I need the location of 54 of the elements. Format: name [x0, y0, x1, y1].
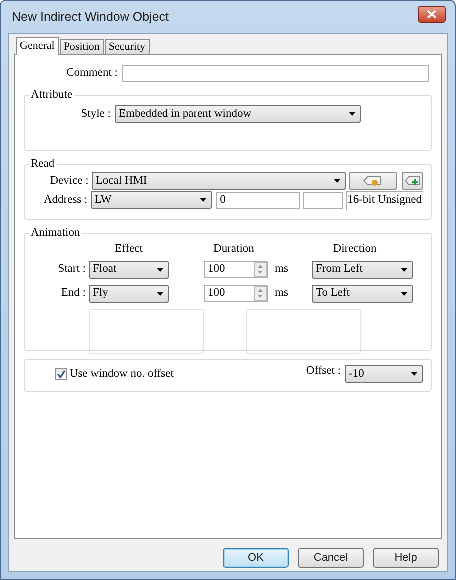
data-format-label: 16-bit Unsigned [346, 191, 423, 210]
duration-spinner[interactable]: 100 [204, 285, 268, 302]
address-type-dropdown[interactable]: LW [90, 191, 212, 210]
spin-arrows-icon [254, 286, 267, 301]
tab[interactable]: General [16, 37, 59, 55]
caret-icon [157, 268, 164, 272]
group-title: Animation [30, 227, 82, 240]
caret-icon [334, 179, 342, 184]
tab[interactable]: Security [104, 39, 150, 54]
column-header: Direction [332, 242, 378, 258]
unit-label: ms [274, 262, 290, 277]
caret-icon [200, 198, 208, 202]
settings-button[interactable] [349, 172, 398, 190]
effect-dropdown[interactable]: Float [89, 260, 169, 278]
address-field[interactable]: 0 [216, 192, 300, 209]
effect-dropdown[interactable]: Fly [89, 284, 169, 302]
device-label: Device : [49, 174, 89, 189]
column-header: Effect [114, 242, 144, 258]
tag-icon [363, 175, 384, 188]
tag-add-icon [404, 175, 421, 188]
group-title: Read [30, 158, 56, 170]
column-header: Duration [212, 242, 256, 258]
offset-label: Offset : [306, 364, 341, 379]
caret-icon [401, 292, 408, 296]
tab[interactable]: Position [60, 39, 104, 54]
row-label: End : [60, 286, 86, 301]
direction-dropdown[interactable]: From Left [312, 260, 413, 278]
comment-field[interactable] [122, 65, 429, 82]
window-title: New Indirect Window Object [12, 8, 170, 26]
direction-dropdown[interactable]: To Left [312, 284, 413, 302]
dialog-button[interactable]: Cancel [298, 548, 364, 568]
dialog-button[interactable]: OK [223, 548, 289, 568]
offset-checkbox[interactable]: Use window no. offset [55, 366, 174, 383]
group-title: Attribute [30, 89, 74, 102]
dialog-button[interactable]: Help [373, 548, 439, 568]
add-button[interactable] [402, 172, 423, 190]
duration-spinner[interactable]: 100 [204, 261, 268, 278]
check-icon [56, 370, 66, 379]
address-label: Address : [42, 192, 88, 208]
unit-label: ms [274, 286, 290, 301]
offset-dropdown[interactable]: -10 [345, 365, 423, 384]
caret-icon [401, 268, 408, 272]
close-icon [427, 10, 437, 18]
caret-icon [411, 372, 418, 376]
comment-label: Comment : [66, 66, 118, 81]
address-extra-field[interactable] [303, 192, 343, 209]
spin-arrows-icon [254, 262, 267, 277]
style-dropdown[interactable]: Embedded in parent window [115, 105, 361, 124]
caret-icon [157, 292, 164, 296]
device-dropdown[interactable]: Local HMI [92, 172, 346, 190]
style-label: Style : [80, 106, 111, 122]
close-button[interactable] [418, 6, 446, 22]
row-label: Start : [57, 262, 86, 277]
caret-icon [349, 112, 356, 116]
